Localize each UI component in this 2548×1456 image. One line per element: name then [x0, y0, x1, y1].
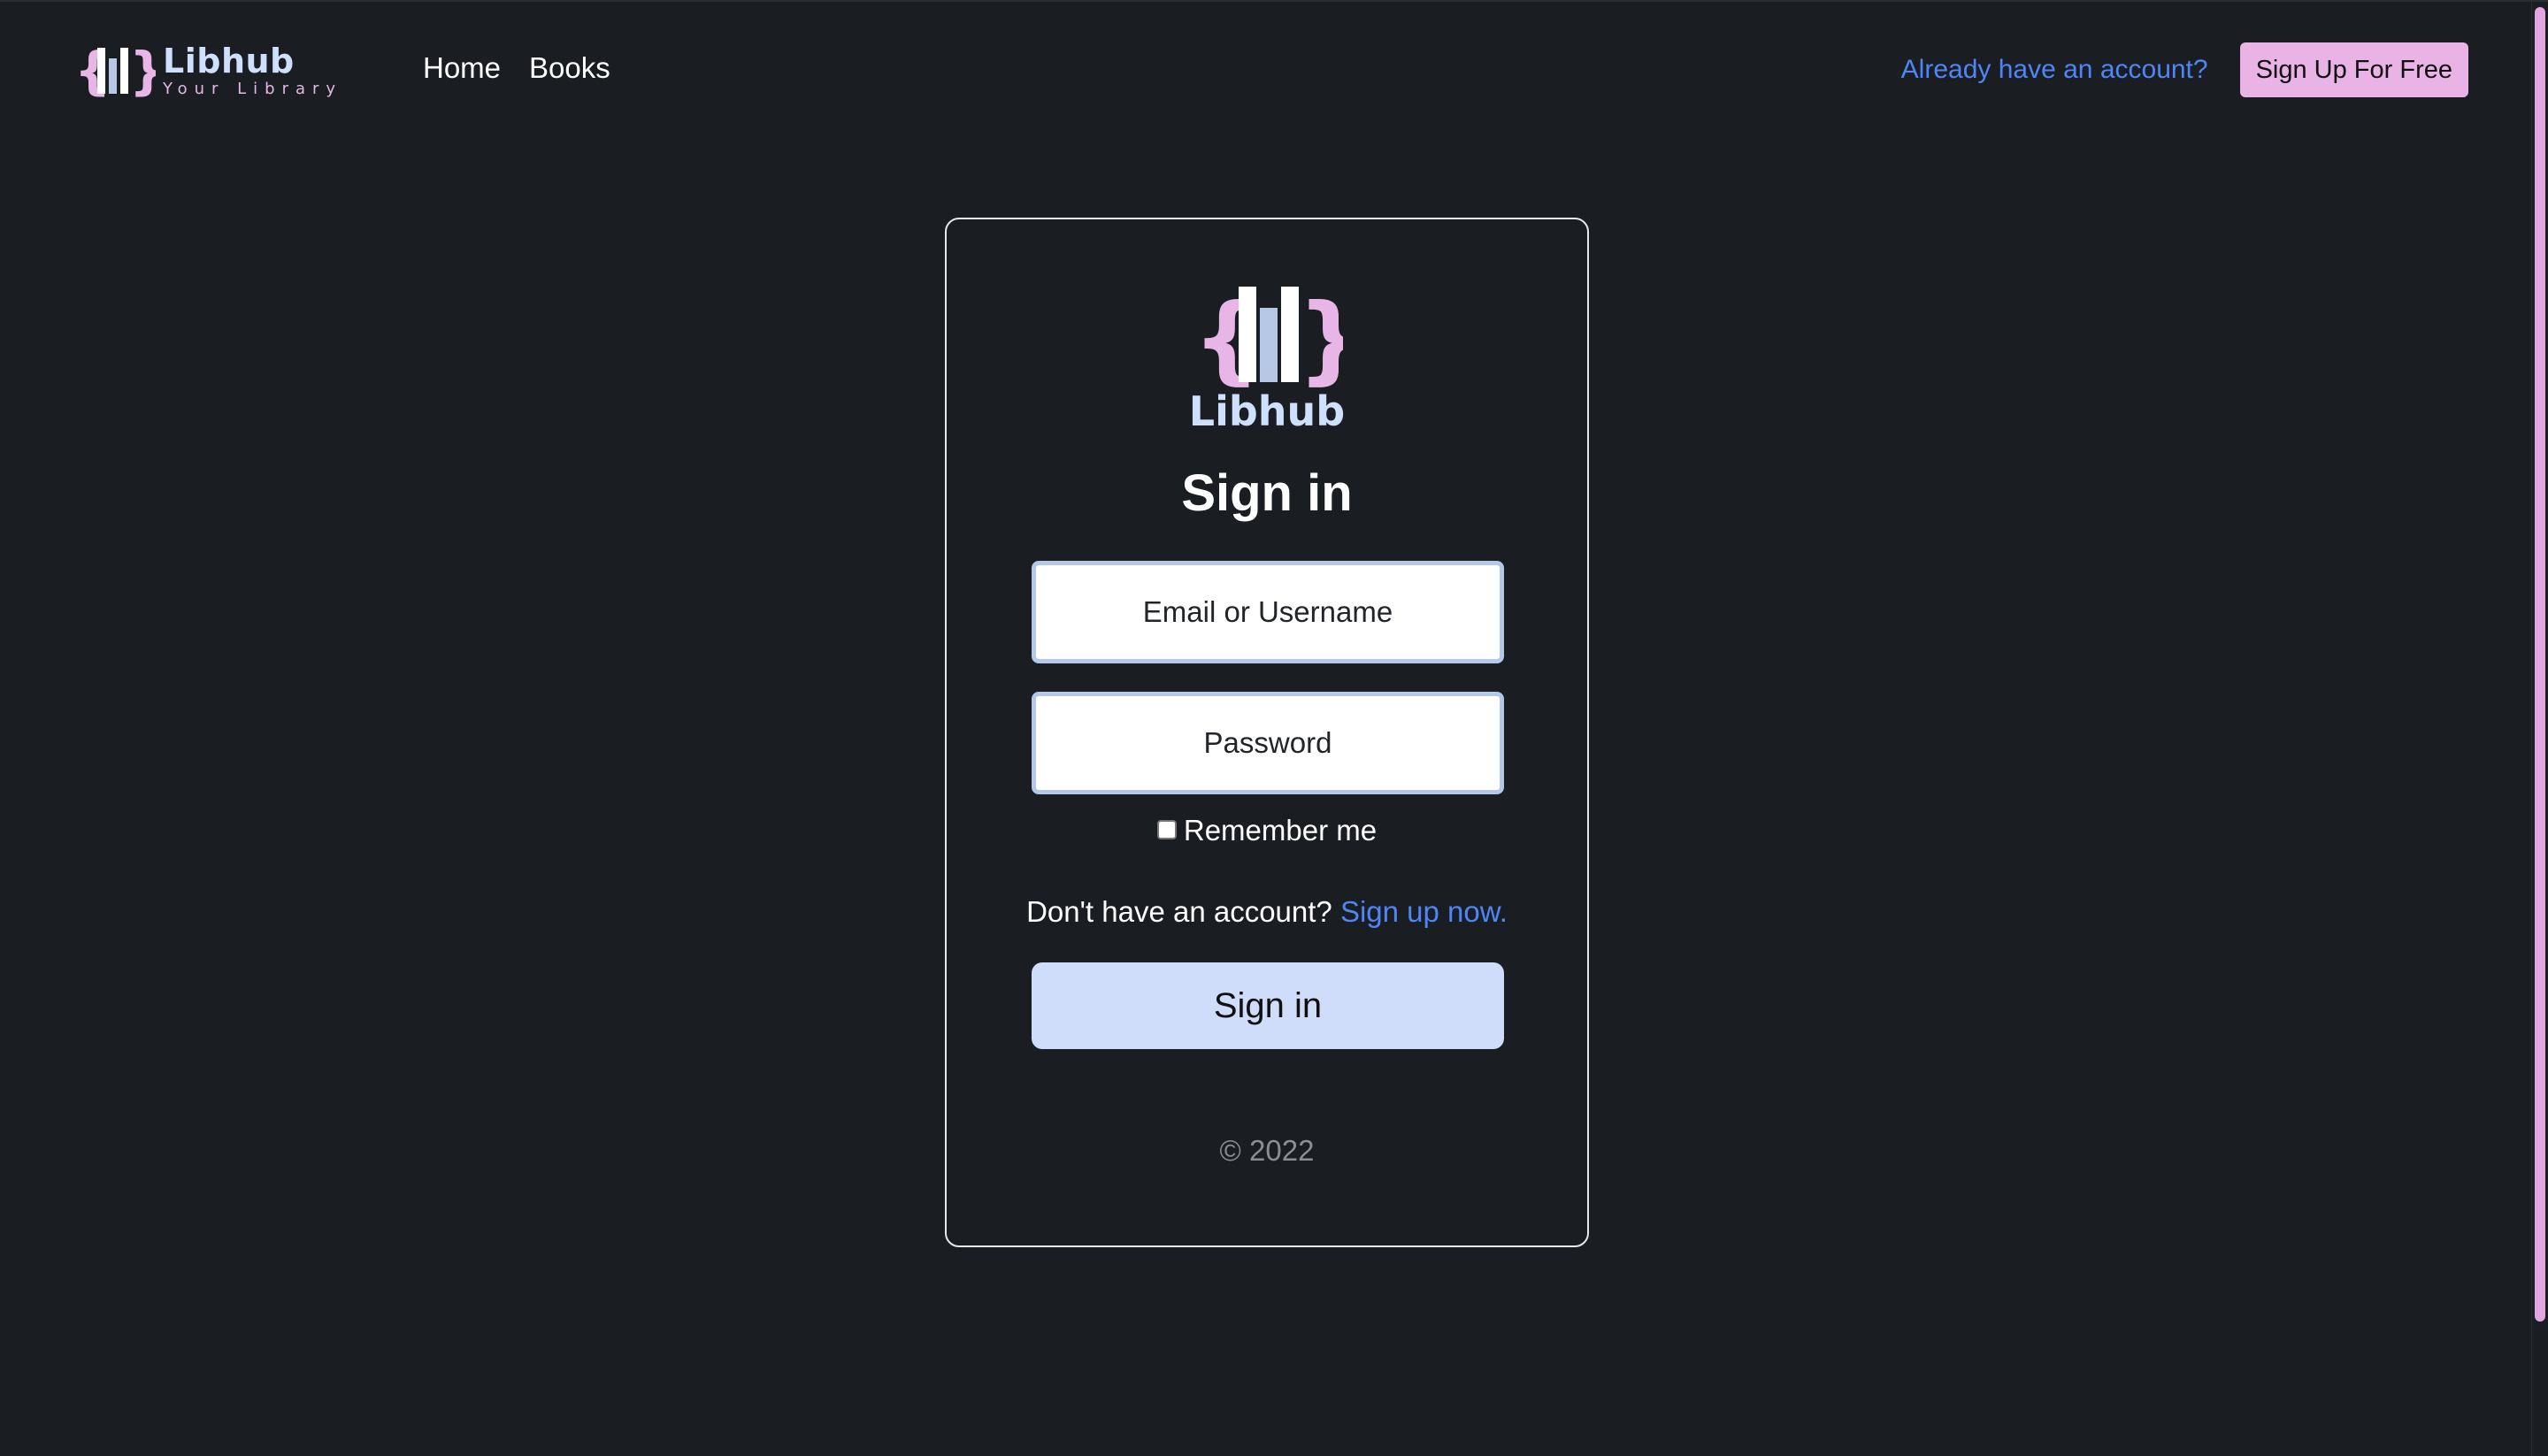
- remember-me-label: Remember me: [1183, 814, 1378, 847]
- sign-up-for-free-button[interactable]: Sign Up For Free: [2239, 42, 2468, 97]
- already-have-account-link[interactable]: Already have an account?: [1901, 55, 2208, 85]
- libhub-logo-icon: { }: [74, 42, 156, 99]
- sign-up-now-link[interactable]: Sign up now.: [1340, 895, 1508, 928]
- email-or-username-input[interactable]: [1032, 561, 1504, 663]
- nav-link-books[interactable]: Books: [529, 51, 610, 85]
- remember-me[interactable]: Remember me: [947, 814, 1587, 847]
- nav-actions: Already have an account? Sign Up For Fre…: [1901, 42, 2468, 97]
- brand-tagline: Your Library: [163, 80, 343, 98]
- remember-me-checkbox[interactable]: [1156, 820, 1177, 839]
- nav-link-home[interactable]: Home: [423, 51, 501, 85]
- brand-name: Libhub: [163, 42, 295, 80]
- scrollbar-thumb[interactable]: [2535, 7, 2545, 1322]
- top-navbar: { } Libhub Your Library Home Books Alrea…: [0, 2, 2532, 140]
- password-input[interactable]: [1032, 692, 1504, 794]
- nav-links: Home Books: [423, 51, 610, 85]
- sign-in-heading: Sign in: [1181, 464, 1353, 522]
- sign-in-button[interactable]: Sign in: [1032, 962, 1504, 1049]
- svg-text:}: }: [129, 42, 156, 99]
- brand-text: Libhub Your Library: [163, 44, 342, 97]
- sign-in-card: { } Libhub Sign in Remember me Don't hav…: [945, 218, 1589, 1247]
- svg-text:{: {: [74, 42, 111, 99]
- brand-logo-link[interactable]: { } Libhub Your Library: [74, 42, 342, 99]
- vertical-scrollbar[interactable]: [2531, 2, 2548, 1456]
- card-brand-name: Libhub: [1188, 387, 1346, 435]
- copyright-text: © 2022: [1219, 1134, 1315, 1167]
- libhub-logo-icon: { }: [1194, 284, 1343, 387]
- sign-in-page: { } Libhub Your Library Home Books Alrea…: [0, 0, 2548, 1456]
- signup-prompt: Don't have an account? Sign up now.: [947, 895, 1587, 929]
- no-account-text: Don't have an account?: [1026, 895, 1332, 928]
- svg-text:}: }: [1297, 284, 1343, 387]
